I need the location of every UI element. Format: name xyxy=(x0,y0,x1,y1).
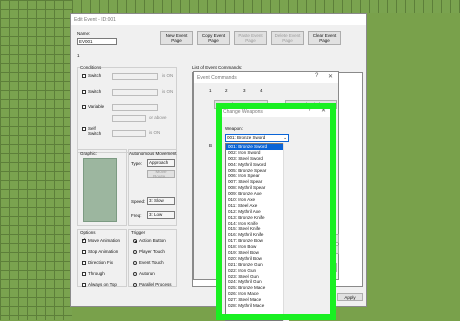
event-touch-radio[interactable] xyxy=(133,261,137,265)
tab-3[interactable]: 3 xyxy=(243,88,246,93)
switch1-checkbox[interactable] xyxy=(82,74,86,78)
edit-event-title: Edit Event - ID:001 xyxy=(74,16,116,23)
parallel-process-label: Parallel Process xyxy=(139,282,172,287)
autorun-label: Autorun xyxy=(139,271,155,276)
copy-event-page-button[interactable]: Copy Event Page xyxy=(197,31,230,45)
through-checkbox[interactable] xyxy=(82,272,86,276)
conditions-label: Conditions xyxy=(80,65,102,70)
self-switch-field[interactable] xyxy=(112,130,146,137)
options-label: Options xyxy=(80,230,96,235)
map-tile-grid xyxy=(0,0,72,320)
freq-label: Freq: xyxy=(131,213,142,218)
clear-event-page-button[interactable]: Clear Event Page xyxy=(308,31,341,45)
player-touch-label: Player Touch xyxy=(139,249,165,254)
switch1-is-on: is ON xyxy=(162,73,174,78)
switch1-label: Switch xyxy=(88,73,102,78)
apply-button[interactable]: Apply xyxy=(337,293,363,301)
freq-select[interactable]: 3: Low xyxy=(147,211,175,219)
player-touch-radio[interactable] xyxy=(133,250,137,254)
stop-animation-checkbox[interactable] xyxy=(82,250,86,254)
always-on-top-checkbox[interactable] xyxy=(82,283,86,287)
graphic-label: Graphic: xyxy=(80,151,98,156)
event-touch-label: Event Touch xyxy=(139,260,164,265)
direction-fix-checkbox[interactable] xyxy=(82,261,86,265)
delete-event-page-button[interactable]: Delete Event Page xyxy=(271,31,304,45)
through-label: Through xyxy=(88,271,105,276)
action-button-radio[interactable] xyxy=(133,239,137,243)
variable-label: Variable xyxy=(88,104,105,109)
self-switch-label: Self Switch xyxy=(88,126,102,136)
move-route-button[interactable]: Move Route... xyxy=(147,169,175,179)
trigger-label: Trigger xyxy=(131,230,146,235)
new-event-page-button[interactable]: New Event Page xyxy=(160,31,193,45)
switch1-field[interactable] xyxy=(112,73,158,80)
self-switch-checkbox[interactable] xyxy=(82,127,86,131)
type-label: Type: xyxy=(131,161,143,166)
speed-label: Speed: xyxy=(131,199,146,204)
highlight-frame xyxy=(216,103,336,320)
autonomous-movement-label: Autonomous Movement xyxy=(129,151,177,156)
variable-field[interactable] xyxy=(112,104,158,111)
edit-event-titlebar: Edit Event - ID:001 xyxy=(71,14,366,25)
type-select[interactable]: Approach xyxy=(147,159,175,167)
graphic-preview[interactable] xyxy=(83,158,117,222)
speed-select[interactable]: 3: Slow xyxy=(147,197,175,205)
tab-2[interactable]: 2 xyxy=(225,88,228,93)
variable-value-field[interactable] xyxy=(112,115,146,122)
direction-fix-label: Direction Fix xyxy=(88,260,114,265)
paste-event-page-button[interactable]: Paste Event Page xyxy=(234,31,267,45)
switch2-checkbox[interactable] xyxy=(82,90,86,94)
variable-checkbox[interactable] xyxy=(82,105,86,109)
map-tile-strip xyxy=(72,0,460,13)
autorun-radio[interactable] xyxy=(133,272,137,276)
tab-1[interactable]: 1 xyxy=(209,88,212,93)
or-above-label: or above xyxy=(149,115,167,120)
page-tab[interactable]: 1 xyxy=(77,53,80,58)
self-switch-is-on: is ON xyxy=(149,130,161,135)
event-commands-title: Event Commands xyxy=(197,74,237,81)
always-on-top-label: Always on Top xyxy=(88,282,117,287)
close-icon[interactable]: ✕ xyxy=(328,73,333,80)
move-animation-checkbox[interactable] xyxy=(82,237,86,243)
event-name-input[interactable]: EV001 xyxy=(77,38,117,45)
switch2-field[interactable] xyxy=(112,89,158,96)
stop-animation-label: Stop Animation xyxy=(88,249,119,254)
event-commands-list-label: List of Event Commands: xyxy=(192,65,243,70)
label-b-partial: B xyxy=(209,143,213,148)
name-label: Name: xyxy=(77,31,91,36)
switch2-label: Switch xyxy=(88,89,102,94)
help-icon[interactable]: ? xyxy=(315,73,318,79)
tab-4[interactable]: 4 xyxy=(260,88,263,93)
move-animation-label: Move Animation xyxy=(88,238,121,243)
action-button-label: Action Button xyxy=(139,238,166,243)
switch2-is-on: is ON xyxy=(162,89,174,94)
parallel-process-radio[interactable] xyxy=(133,283,137,287)
